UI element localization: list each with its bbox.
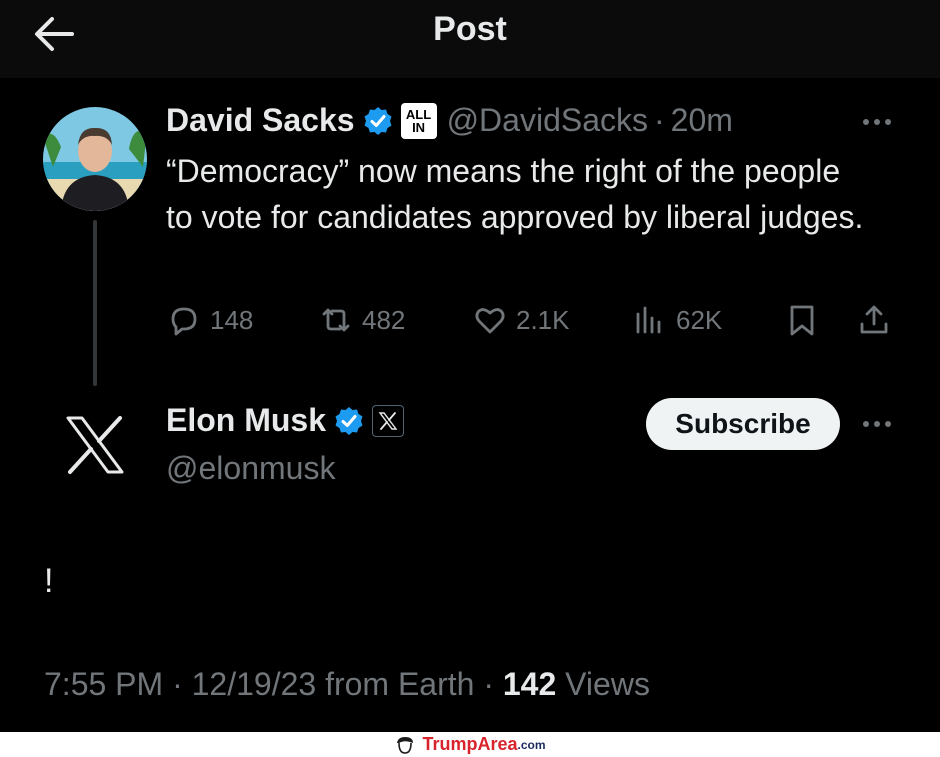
bookmark-icon [790, 305, 814, 336]
watermark-brand: TrumpArea [422, 734, 518, 754]
views-button[interactable]: 62K [632, 298, 722, 342]
thread-connector-line [93, 220, 97, 386]
post-header: David Sacks ALL IN @DavidSacks · 20m [166, 102, 733, 139]
views-count: 142 [502, 666, 557, 702]
post-actions: 148 482 2.1K 62K [166, 298, 896, 342]
author-handle[interactable]: @elonmusk [166, 450, 335, 487]
repost-icon [322, 308, 350, 332]
repost-button[interactable]: 482 [318, 298, 405, 342]
bookmark-button[interactable] [784, 298, 820, 342]
avatar-david-sacks[interactable] [43, 107, 147, 211]
separator-dot: · [172, 666, 183, 702]
reply-button[interactable]: 148 [166, 298, 253, 342]
author-name[interactable]: David Sacks [166, 102, 355, 139]
reply-header: Elon Musk [166, 402, 405, 439]
page-title: Post [433, 10, 507, 48]
post-text: “Democracy” now means the right of the p… [166, 153, 864, 235]
share-icon [860, 305, 888, 334]
heart-icon [475, 308, 505, 334]
reply-icon [171, 307, 197, 336]
reply-count: 148 [210, 304, 254, 335]
verified-badge-icon [364, 106, 392, 135]
like-button[interactable]: 2.1K [472, 298, 570, 342]
affiliation-badge-icon[interactable]: ALL IN [400, 102, 437, 139]
affiliation-badge-line2: IN [412, 119, 426, 135]
like-count: 2.1K [516, 304, 570, 335]
repost-count: 482 [362, 304, 406, 335]
analytics-icon [636, 306, 661, 334]
avatar-image [43, 107, 147, 211]
x-mini-icon [378, 411, 398, 430]
separator-dot: · [483, 666, 494, 702]
post-metadata: 7:55 PM · 12/19/23 from Earth · 142 View… [44, 666, 650, 703]
affiliation-badge-line1: ALL [405, 106, 432, 122]
verified-badge-icon [335, 406, 363, 435]
watermark-suffix: .com [517, 737, 546, 752]
trump-hair-logo-icon [397, 736, 414, 754]
views-count: 62K [676, 304, 723, 335]
subscribe-button[interactable]: Subscribe [646, 398, 840, 450]
reply-text: ! [44, 562, 54, 600]
author-handle[interactable]: @DavidSacks [447, 102, 648, 139]
views-label: Views [565, 666, 650, 702]
post-time[interactable]: 7:55 PM [44, 666, 163, 702]
author-name[interactable]: Elon Musk [166, 402, 326, 439]
separator-dot: · [654, 102, 665, 138]
post-time[interactable]: 20m [671, 102, 733, 139]
more-options-icon[interactable] [858, 412, 896, 436]
post-date-location: 12/19/23 from Earth [191, 666, 475, 702]
share-button[interactable] [856, 298, 892, 342]
more-options-icon[interactable] [858, 110, 896, 134]
top-bar: Post [0, 0, 940, 78]
watermark-bar: TrumpArea .com [0, 732, 940, 757]
x-affiliation-badge-icon[interactable] [372, 404, 405, 437]
x-logo-icon[interactable] [62, 412, 128, 478]
